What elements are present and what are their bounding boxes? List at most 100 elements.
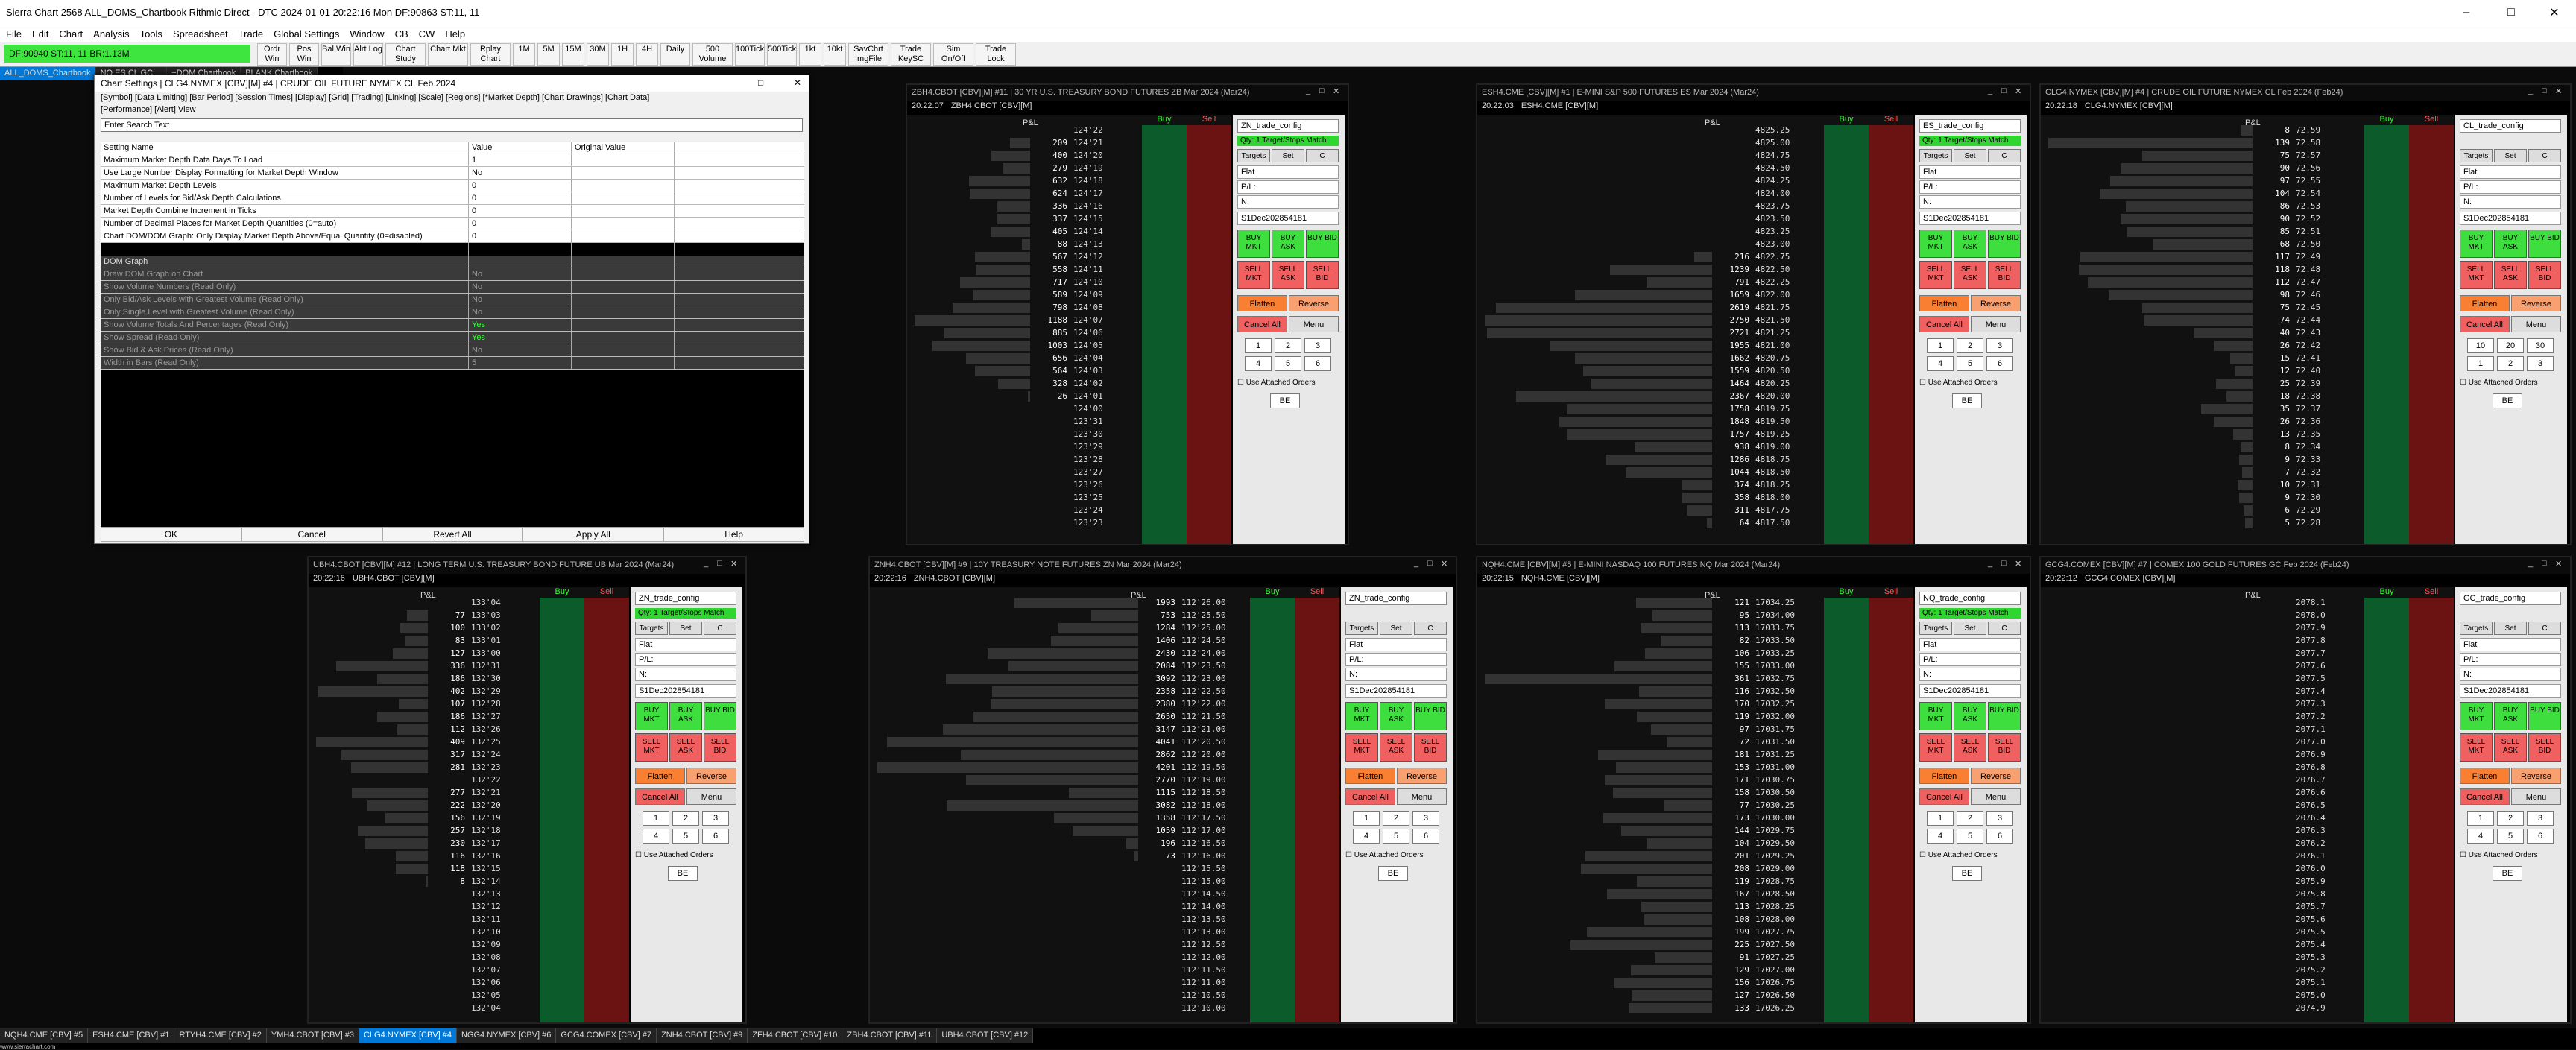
use-attached-orders-checkbox[interactable]: ☐ Use Attached Orders (1237, 379, 1316, 387)
buy-bid-button[interactable]: BUY BID (1988, 230, 2021, 258)
flatten-button[interactable]: Flatten (1919, 768, 1969, 784)
buy-bid-button[interactable]: BUY BID (704, 702, 736, 730)
flatten-button[interactable]: Flatten (2460, 295, 2510, 311)
sell-column[interactable]: Sell (1295, 587, 1339, 1022)
reverse-button[interactable]: Reverse (2511, 768, 2561, 784)
quantity-preset-button[interactable]: 3 (2527, 356, 2554, 371)
quantity-preset-button[interactable]: 3 (702, 811, 729, 826)
setting-value[interactable]: No (469, 167, 572, 179)
n-field[interactable]: N: (2460, 668, 2561, 681)
close-icon[interactable]: ✕ (730, 559, 737, 569)
toolbar-button[interactable]: 30M (587, 43, 609, 66)
price-row[interactable]: 123'28 (1038, 455, 1142, 465)
price-row[interactable]: 97 72.55 (2260, 176, 2364, 186)
targets-button[interactable]: Targets (2460, 622, 2493, 635)
price-row[interactable]: 361 17032.75 (1720, 674, 1824, 684)
price-row[interactable]: 2721 4821.25 (1720, 328, 1824, 338)
cancel-all-button[interactable]: Cancel All (1919, 316, 1969, 332)
sell-mkt-button[interactable]: SELL MKT (1919, 261, 1952, 289)
price-row[interactable]: 1955 4821.00 (1720, 341, 1824, 351)
buy-column[interactable]: Buy (1142, 115, 1187, 544)
price-row[interactable]: 132'04 (435, 1003, 540, 1013)
price-row[interactable]: 2076.7 (2260, 775, 2364, 785)
price-row[interactable]: 129 17027.00 (1720, 965, 1824, 975)
chart-tab[interactable]: ZBH4.CBOT [CBV] #11 (842, 1028, 938, 1043)
price-row[interactable]: 717 124'10 (1038, 277, 1142, 288)
be-button[interactable]: BE (2493, 866, 2522, 881)
price-row[interactable]: 112'11.00 (1146, 978, 1250, 988)
reverse-button[interactable]: Reverse (1397, 768, 1447, 784)
buy-column[interactable]: Buy (540, 587, 584, 1022)
targets-button[interactable]: Targets (2460, 149, 2493, 162)
quantity-preset-button[interactable]: 2 (2497, 811, 2524, 826)
price-row[interactable]: 77 133'03 (435, 610, 540, 621)
price-row[interactable]: 133'04 (435, 598, 540, 608)
account-select[interactable]: S1Dec202854181 (635, 684, 736, 698)
c-button[interactable]: C (1414, 622, 1447, 635)
price-row[interactable]: 4824.75 (1720, 151, 1824, 161)
settings-row[interactable]: Chart DOM/DOM Graph: Only Display Market… (101, 230, 804, 243)
checkbox-icon[interactable]: ☐ (2460, 851, 2469, 859)
sell-ask-button[interactable]: SELL ASK (2494, 733, 2527, 762)
settings-row[interactable]: Show Volume Numbers (Read Only) No (101, 281, 804, 294)
price-row[interactable]: 2750 4821.50 (1720, 315, 1824, 326)
cancel-all-button[interactable]: Cancel All (1919, 788, 1969, 805)
menu-help[interactable]: Help (445, 28, 465, 39)
price-row[interactable]: 116 132'16 (435, 851, 540, 861)
price-row[interactable]: 112'12.50 (1146, 940, 1250, 950)
buy-mkt-button[interactable]: BUY MKT (2460, 230, 2493, 258)
checkbox-icon[interactable]: ☐ (1919, 851, 1928, 859)
setting-value[interactable]: No (469, 294, 572, 306)
sell-mkt-button[interactable]: SELL MKT (635, 733, 668, 762)
price-row[interactable]: 132'08 (435, 952, 540, 963)
chartbook-tab[interactable]: ALL_DOMS_Chartbook (0, 67, 96, 80)
toolbar-button[interactable]: Ordr Win (257, 43, 287, 66)
price-row[interactable]: 1464 4820.25 (1720, 379, 1824, 389)
settings-row[interactable]: Show Bid & Ask Prices (Read Only) No (101, 344, 804, 357)
minimize-icon[interactable]: _ (1988, 559, 1992, 568)
n-field[interactable]: N: (1345, 668, 1447, 681)
price-row[interactable]: 91 17027.25 (1720, 952, 1824, 963)
quantity-preset-button[interactable]: 2 (672, 811, 699, 826)
trade-config-select[interactable]: ZN_trade_config (1345, 592, 1447, 605)
menu-cw[interactable]: CW (419, 28, 435, 39)
price-row[interactable]: 656 124'04 (1038, 353, 1142, 364)
quantity-preset-button[interactable]: 5 (1957, 356, 1983, 371)
sell-bid-button[interactable]: SELL BID (1988, 733, 2021, 762)
minimize-icon[interactable]: _ (1988, 86, 1992, 95)
price-row[interactable]: 4201 112'19.50 (1146, 762, 1250, 773)
pl-field[interactable]: P/L: (2460, 180, 2561, 194)
sell-column[interactable]: Sell (1869, 587, 1913, 1022)
buy-column[interactable]: Buy (2364, 115, 2409, 544)
maximize-icon[interactable]: □ (2542, 559, 2547, 568)
quantity-preset-button[interactable]: 5 (672, 829, 699, 844)
toolbar-button[interactable]: SavChrt ImgFile (848, 43, 888, 66)
trade-config-select[interactable]: ZN_trade_config (635, 592, 736, 605)
be-button[interactable]: BE (2493, 393, 2522, 408)
sell-bid-button[interactable]: SELL BID (2528, 733, 2561, 762)
dialog-maximize-icon[interactable]: □ (758, 78, 763, 88)
price-row[interactable]: 791 4822.25 (1720, 277, 1824, 288)
price-row[interactable]: 4823.25 (1720, 227, 1824, 237)
sell-ask-button[interactable]: SELL ASK (1954, 733, 1986, 762)
toolbar-button[interactable]: 4H (636, 43, 658, 66)
account-select[interactable]: S1Dec202854181 (2460, 684, 2561, 698)
toolbar-button[interactable]: Trade KeySC (891, 43, 931, 66)
pl-field[interactable]: P/L: (1345, 653, 1447, 666)
buy-mkt-button[interactable]: BUY MKT (635, 702, 668, 730)
price-row[interactable]: 2430 112'24.00 (1146, 648, 1250, 659)
toolbar-button[interactable]: 100Tick (735, 43, 765, 66)
quantity-preset-button[interactable]: 3 (1304, 338, 1331, 353)
cancel-all-button[interactable]: Cancel All (1237, 316, 1287, 332)
price-row[interactable]: 317 132'24 (435, 750, 540, 760)
price-row[interactable]: 118 72.48 (2260, 265, 2364, 275)
price-row[interactable]: 2075.6 (2260, 914, 2364, 925)
price-row[interactable]: 132'07 (435, 965, 540, 975)
flatten-button[interactable]: Flatten (1919, 295, 1969, 311)
price-row[interactable]: 26 124'01 (1038, 391, 1142, 402)
toolbar-button[interactable]: 1H (611, 43, 634, 66)
settings-row[interactable]: DOM Graph (101, 256, 804, 268)
price-row[interactable]: 2076.0 (2260, 864, 2364, 874)
price-row[interactable]: 1848 4819.50 (1720, 417, 1824, 427)
price-row[interactable]: 1358 112'17.50 (1146, 813, 1250, 823)
